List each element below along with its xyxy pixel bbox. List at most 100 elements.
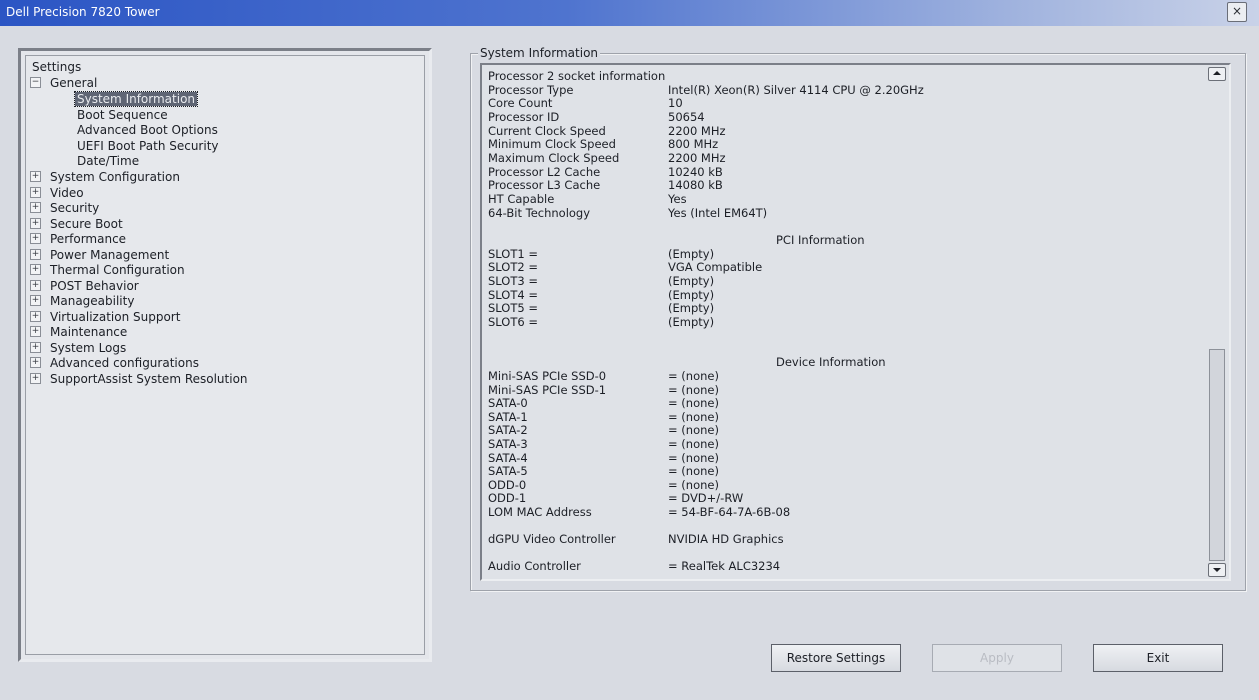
info-key: Processor ID [488, 110, 560, 124]
info-key: 64-Bit Technology [488, 206, 591, 220]
info-key: HT Capable [488, 192, 555, 206]
tree-item-label: Boot Sequence [77, 108, 168, 122]
info-key: SATA-2 [488, 423, 528, 437]
collapse-icon[interactable]: − [30, 77, 41, 88]
tree-item-label: SupportAssist System Resolution [50, 372, 248, 386]
expand-icon[interactable]: + [30, 342, 41, 353]
info-value: VGA Compatible [668, 260, 763, 274]
tree-item-performance[interactable]: + Performance [30, 232, 126, 247]
tree-item-secure-boot[interactable]: + Secure Boot [30, 217, 123, 232]
tree-item-supportassist[interactable]: + SupportAssist System Resolution [30, 372, 248, 387]
tree-item-post-behavior[interactable]: + POST Behavior [30, 279, 139, 294]
info-key: SATA-5 [488, 464, 528, 478]
tree-item-thermal-configuration[interactable]: + Thermal Configuration [30, 263, 185, 278]
info-value: = 54-BF-64-7A-6B-08 [668, 505, 791, 519]
info-value: = (none) [668, 369, 719, 383]
expand-icon[interactable]: + [30, 218, 41, 229]
expand-icon[interactable]: + [30, 249, 41, 260]
info-value: (Empty) [668, 301, 715, 315]
apply-button[interactable]: Apply [932, 644, 1062, 672]
tree-item-power-management[interactable]: + Power Management [30, 248, 169, 263]
settings-tree-panel: Settings − General System Information Boo… [18, 48, 432, 662]
expand-icon[interactable]: + [30, 171, 41, 182]
info-value: = (none) [668, 464, 719, 478]
info-key: Core Count [488, 96, 553, 110]
tree-item-label: Performance [50, 232, 127, 246]
info-key: dGPU Video Controller [488, 532, 616, 546]
scroll-down-icon[interactable] [1208, 563, 1226, 577]
info-value: 14080 kB [668, 178, 723, 192]
exit-button[interactable]: Exit [1093, 644, 1223, 672]
info-key: SATA-0 [488, 396, 528, 410]
tree-item-advanced-boot-options[interactable]: Advanced Boot Options [77, 123, 218, 138]
tree-item-label: Maintenance [50, 325, 128, 339]
info-value: = RealTek ALC3234 [668, 559, 781, 573]
expand-icon[interactable]: + [30, 280, 41, 291]
tree-item-video[interactable]: + Video [30, 186, 84, 201]
expand-icon[interactable]: + [30, 264, 41, 275]
tree-item-uefi-boot-path-security[interactable]: UEFI Boot Path Security [77, 139, 219, 154]
tree-item-label: General [50, 76, 98, 90]
info-value: Intel(R) Xeon(R) Silver 4114 CPU @ 2.20G… [668, 83, 924, 97]
info-value: Yes (Intel EM64T) [668, 206, 768, 220]
info-value: NVIDIA HD Graphics [668, 532, 784, 546]
info-value: (Empty) [668, 315, 715, 329]
scroll-up-icon[interactable] [1208, 67, 1226, 81]
info-value: 2200 MHz [668, 151, 726, 165]
info-key: Minimum Clock Speed [488, 137, 616, 151]
tree-item-label: Secure Boot [50, 217, 123, 231]
tree-item-maintenance[interactable]: + Maintenance [30, 325, 127, 340]
tree-item-general[interactable]: − General [30, 76, 97, 91]
tree-item-virtualization-support[interactable]: + Virtualization Support [30, 310, 180, 325]
tree-item-label: Power Management [50, 248, 170, 262]
info-value: Yes [668, 192, 687, 206]
info-value: 10 [668, 96, 683, 110]
info-key: ODD-1 [488, 491, 527, 505]
settings-tree: Settings − General System Information Boo… [25, 55, 425, 655]
info-key: Audio Controller [488, 559, 581, 573]
info-value: (Empty) [668, 274, 715, 288]
tree-item-label: POST Behavior [50, 279, 139, 293]
tree-item-label: Thermal Configuration [50, 263, 185, 277]
tree-item-security[interactable]: + Security [30, 201, 99, 216]
tree-item-boot-sequence[interactable]: Boot Sequence [77, 108, 168, 123]
info-key: SLOT2 = [488, 260, 538, 274]
expand-icon[interactable]: + [30, 233, 41, 244]
expand-icon[interactable]: + [30, 187, 41, 198]
expand-icon[interactable]: + [30, 357, 41, 368]
expand-icon[interactable]: + [30, 311, 41, 322]
tree-item-advanced-configurations[interactable]: + Advanced configurations [30, 356, 199, 371]
tree-item-label: Manageability [50, 294, 135, 308]
info-key: SATA-3 [488, 437, 528, 451]
info-key: SLOT5 = [488, 301, 538, 315]
info-key: SLOT6 = [488, 315, 538, 329]
device-heading: Device Information [776, 355, 886, 369]
tree-item-label: System Information [73, 91, 199, 107]
scrollbar-thumb[interactable] [1209, 349, 1225, 561]
tree-item-label: Advanced configurations [50, 356, 199, 370]
expand-icon[interactable]: + [30, 295, 41, 306]
expand-icon[interactable]: + [30, 202, 41, 213]
info-value: = (none) [668, 396, 719, 410]
tree-root-settings: Settings [32, 60, 82, 74]
info-value: = (none) [668, 423, 719, 437]
restore-settings-button[interactable]: Restore Settings [771, 644, 901, 672]
tree-item-label: System Configuration [50, 170, 180, 184]
info-value: 800 MHz [668, 137, 719, 151]
tree-item-system-configuration[interactable]: + System Configuration [30, 170, 180, 185]
vertical-scrollbar[interactable] [1208, 67, 1226, 577]
tree-item-label: Security [50, 201, 100, 215]
info-key: Maximum Clock Speed [488, 151, 620, 165]
info-key: Mini-SAS PCIe SSD-0 [488, 369, 607, 383]
close-button[interactable]: × [1227, 2, 1247, 22]
info-value: 50654 [668, 110, 705, 124]
tree-item-date-time[interactable]: Date/Time [77, 154, 139, 169]
tree-item-system-logs[interactable]: + System Logs [30, 341, 126, 356]
expand-icon[interactable]: + [30, 373, 41, 384]
info-key: SLOT3 = [488, 274, 538, 288]
system-information-list[interactable]: Processor 2 socket information Processor… [480, 63, 1231, 581]
tree-item-system-information[interactable]: System Information [73, 91, 199, 107]
expand-icon[interactable]: + [30, 326, 41, 337]
tree-item-manageability[interactable]: + Manageability [30, 294, 134, 309]
window-title: Dell Precision 7820 Tower [6, 5, 160, 19]
